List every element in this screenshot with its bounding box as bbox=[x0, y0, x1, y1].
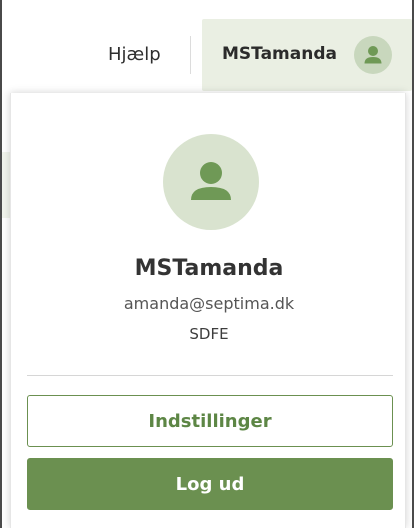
help-link[interactable]: Hjælp bbox=[108, 44, 161, 65]
logout-button-label: Log ud bbox=[175, 473, 245, 495]
user-icon bbox=[191, 162, 231, 200]
profile-email: amanda@septima.dk bbox=[123, 294, 295, 313]
divider bbox=[190, 36, 191, 74]
top-bar: Hjælp MSTamanda bbox=[0, 0, 414, 92]
user-menu-trigger-name: MSTamanda bbox=[222, 44, 337, 64]
logout-button[interactable]: Log ud bbox=[27, 458, 393, 510]
user-menu-trigger[interactable]: MSTamanda bbox=[202, 19, 412, 91]
frame-edge-left bbox=[0, 0, 2, 528]
user-avatar-large bbox=[163, 134, 259, 230]
screen: Hjælp MSTamanda MSTamanda amanda@septima… bbox=[0, 0, 414, 528]
settings-button[interactable]: Indstillinger bbox=[27, 395, 393, 447]
profile-organization: SDFE bbox=[189, 325, 229, 343]
user-avatar-small bbox=[354, 36, 392, 74]
user-icon bbox=[364, 46, 382, 64]
separator bbox=[27, 375, 393, 376]
profile-name: MSTamanda bbox=[134, 256, 284, 281]
user-dropdown-panel: MSTamanda amanda@septima.dk SDFE Indstil… bbox=[10, 93, 406, 528]
settings-button-label: Indstillinger bbox=[148, 410, 272, 432]
